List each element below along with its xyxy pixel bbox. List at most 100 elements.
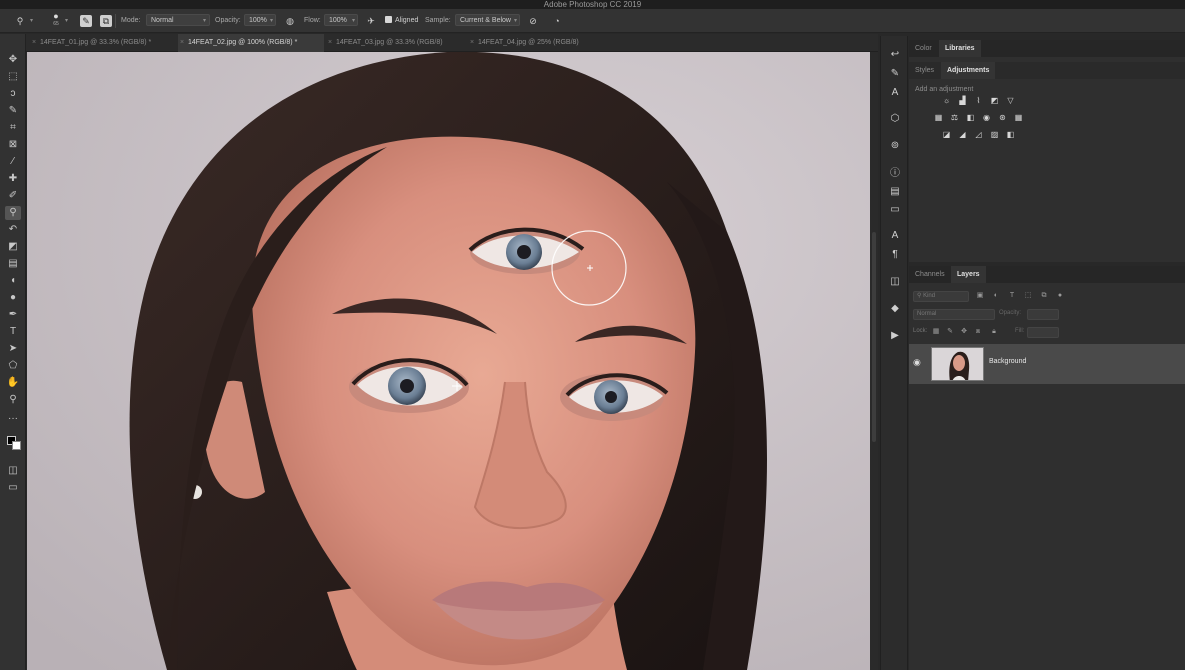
sample-select[interactable]: Current & Below ▾ bbox=[455, 14, 520, 26]
color-lookup-icon[interactable]: ▦ bbox=[1013, 112, 1024, 123]
background-color-swatch[interactable] bbox=[12, 441, 21, 450]
notes-panel-icon[interactable]: ▭ bbox=[888, 203, 902, 217]
fill-input[interactable] bbox=[1027, 327, 1059, 338]
properties-panel-icon[interactable]: ▤ bbox=[888, 185, 902, 199]
tab-channels[interactable]: Channels bbox=[909, 266, 951, 283]
eyedropper-icon[interactable]: ⁄ bbox=[5, 155, 21, 169]
blend-mode-select[interactable]: Normal bbox=[913, 309, 995, 320]
move-icon[interactable]: ✥ bbox=[5, 53, 21, 67]
tool-preset-chevron-icon[interactable]: ▾ bbox=[30, 15, 33, 27]
tab-color[interactable]: Color bbox=[909, 40, 938, 57]
clone-source-icon[interactable]: ⧉ bbox=[100, 15, 112, 27]
brush-settings-icon[interactable]: ✎ bbox=[80, 15, 92, 27]
threshold-icon[interactable]: ◿ bbox=[973, 129, 984, 140]
quick-mask-icon[interactable]: ◫ bbox=[5, 464, 21, 478]
lasso-icon[interactable]: ↄ bbox=[5, 87, 21, 101]
levels-icon[interactable]: ▟ bbox=[957, 95, 968, 106]
frame-icon[interactable]: ⊠ bbox=[5, 138, 21, 152]
path-select-icon[interactable]: ➤ bbox=[5, 342, 21, 356]
info-panel-icon[interactable]: ⓘ bbox=[888, 167, 902, 181]
brush-preset-chevron-icon[interactable]: ▾ bbox=[65, 15, 68, 27]
paragraph-panel-icon[interactable]: ¶ bbox=[888, 248, 902, 262]
gradient-map-icon[interactable]: ▨ bbox=[989, 129, 1000, 140]
selective-color-icon[interactable]: ◧ bbox=[1005, 129, 1016, 140]
ignore-adjustment-layers-icon[interactable]: ⊘ bbox=[527, 15, 539, 27]
smart-object-filter-icon[interactable]: ⧉ bbox=[1039, 291, 1049, 301]
tab-14feat-01[interactable]: × 14FEAT_01.jpg @ 33.3% (RGB/8) * bbox=[30, 34, 176, 52]
scrollbar-thumb[interactable] bbox=[872, 232, 876, 442]
close-icon[interactable]: × bbox=[180, 34, 184, 52]
clone-source-panel-icon[interactable]: ⊚ bbox=[888, 139, 902, 153]
black-white-icon[interactable]: ◧ bbox=[965, 112, 976, 123]
document-canvas[interactable] bbox=[27, 52, 870, 670]
airbrush-icon[interactable]: ✈ bbox=[365, 15, 377, 27]
3d-panel-icon[interactable]: ⬡ bbox=[888, 112, 902, 126]
blur-icon[interactable]: ◖ bbox=[5, 274, 21, 288]
type-filter-icon[interactable]: T bbox=[1007, 291, 1017, 301]
canvas-scrollbar[interactable] bbox=[870, 52, 878, 670]
pressure-opacity-icon[interactable]: ◍ bbox=[284, 15, 296, 27]
tab-14feat-04[interactable]: × 14FEAT_04.jpg @ 25% (RGB/8) bbox=[468, 34, 608, 52]
aligned-checkbox[interactable]: Aligned bbox=[385, 15, 418, 27]
history-panel-icon[interactable]: ↩ bbox=[888, 48, 902, 62]
clone-stamp-icon[interactable]: ⚲ bbox=[5, 206, 21, 220]
photo-filter-icon[interactable]: ◉ bbox=[981, 112, 992, 123]
lock-transparent-icon[interactable]: ▦ bbox=[931, 327, 941, 337]
brightness-contrast-icon[interactable]: ☼ bbox=[941, 95, 952, 106]
crop-icon[interactable]: ⌗ bbox=[5, 121, 21, 135]
close-icon[interactable]: × bbox=[328, 34, 332, 52]
invert-icon[interactable]: ◪ bbox=[941, 129, 952, 140]
opacity-input[interactable]: 100% ▾ bbox=[244, 14, 276, 26]
close-icon[interactable]: × bbox=[32, 34, 36, 52]
history-brush-icon[interactable]: ↶ bbox=[5, 223, 21, 237]
shape-filter-icon[interactable]: ⬚ bbox=[1023, 291, 1033, 301]
brush-icon[interactable]: ✐ bbox=[5, 189, 21, 203]
type-icon[interactable]: T bbox=[5, 325, 21, 339]
brush-settings-panel-icon[interactable]: ✎ bbox=[888, 67, 902, 81]
lock-artboard-icon[interactable]: ⧈ bbox=[973, 327, 983, 337]
more-tools-icon[interactable]: ··· bbox=[5, 412, 21, 426]
marquee-icon[interactable]: ⬚ bbox=[5, 70, 21, 84]
pixel-filter-icon[interactable]: ▣ bbox=[975, 291, 985, 301]
curves-icon[interactable]: ⌇ bbox=[973, 95, 984, 106]
screen-mode-icon[interactable]: ▭ bbox=[5, 481, 21, 495]
character-panel-icon[interactable]: A bbox=[888, 229, 902, 243]
exposure-icon[interactable]: ◩ bbox=[989, 95, 1000, 106]
healing-brush-icon[interactable]: ✚ bbox=[5, 172, 21, 186]
pressure-size-icon[interactable]: ◔ bbox=[551, 15, 563, 27]
lock-position-icon[interactable]: ✥ bbox=[959, 327, 969, 337]
posterize-icon[interactable]: ◢ bbox=[957, 129, 968, 140]
paths-panel-icon[interactable]: ◆ bbox=[888, 302, 902, 316]
hand-icon[interactable]: ✋ bbox=[5, 376, 21, 390]
tab-14feat-02[interactable]: × 14FEAT_02.jpg @ 100% (RGB/8) * bbox=[178, 34, 324, 52]
character-styles-icon[interactable]: A bbox=[888, 86, 902, 100]
lock-all-icon[interactable]: 🔒︎ bbox=[989, 327, 999, 337]
gradient-icon[interactable]: ▤ bbox=[5, 257, 21, 271]
brush-preset-picker[interactable]: ● 65 bbox=[49, 12, 63, 28]
tab-adjustments[interactable]: Adjustments bbox=[941, 62, 996, 79]
lock-pixels-icon[interactable]: ✎ bbox=[945, 327, 955, 337]
eye-icon[interactable]: ◉ bbox=[913, 357, 921, 368]
layer-comps-icon[interactable]: ◫ bbox=[888, 275, 902, 289]
pen-icon[interactable]: ✒ bbox=[5, 308, 21, 322]
quick-select-icon[interactable]: ✎ bbox=[5, 104, 21, 118]
actions-panel-icon[interactable]: ▶ bbox=[888, 329, 902, 343]
vibrance-icon[interactable]: ▽ bbox=[1005, 95, 1016, 106]
layer-row-background[interactable]: ◉ Background bbox=[909, 344, 1185, 384]
eraser-icon[interactable]: ◩ bbox=[5, 240, 21, 254]
tab-libraries[interactable]: Libraries bbox=[939, 40, 981, 57]
mode-select[interactable]: Normal ▾ bbox=[146, 14, 210, 26]
close-icon[interactable]: × bbox=[470, 34, 474, 52]
tab-14feat-03[interactable]: × 14FEAT_03.jpg @ 33.3% (RGB/8) bbox=[326, 34, 466, 52]
filter-toggle-icon[interactable]: ● bbox=[1055, 291, 1065, 301]
color-balance-icon[interactable]: ⚖ bbox=[949, 112, 960, 123]
adjustment-filter-icon[interactable]: ◐ bbox=[991, 291, 1001, 301]
shape-icon[interactable]: ⬠ bbox=[5, 359, 21, 373]
layer-opacity-input[interactable] bbox=[1027, 309, 1059, 320]
color-swatches-icon[interactable] bbox=[5, 430, 23, 452]
kind-filter-select[interactable]: ⚲ Kind bbox=[913, 291, 969, 302]
channel-mixer-icon[interactable]: ⊛ bbox=[997, 112, 1008, 123]
tab-layers[interactable]: Layers bbox=[951, 266, 986, 283]
tab-styles[interactable]: Styles bbox=[909, 62, 940, 79]
flow-input[interactable]: 100% ▾ bbox=[324, 14, 358, 26]
